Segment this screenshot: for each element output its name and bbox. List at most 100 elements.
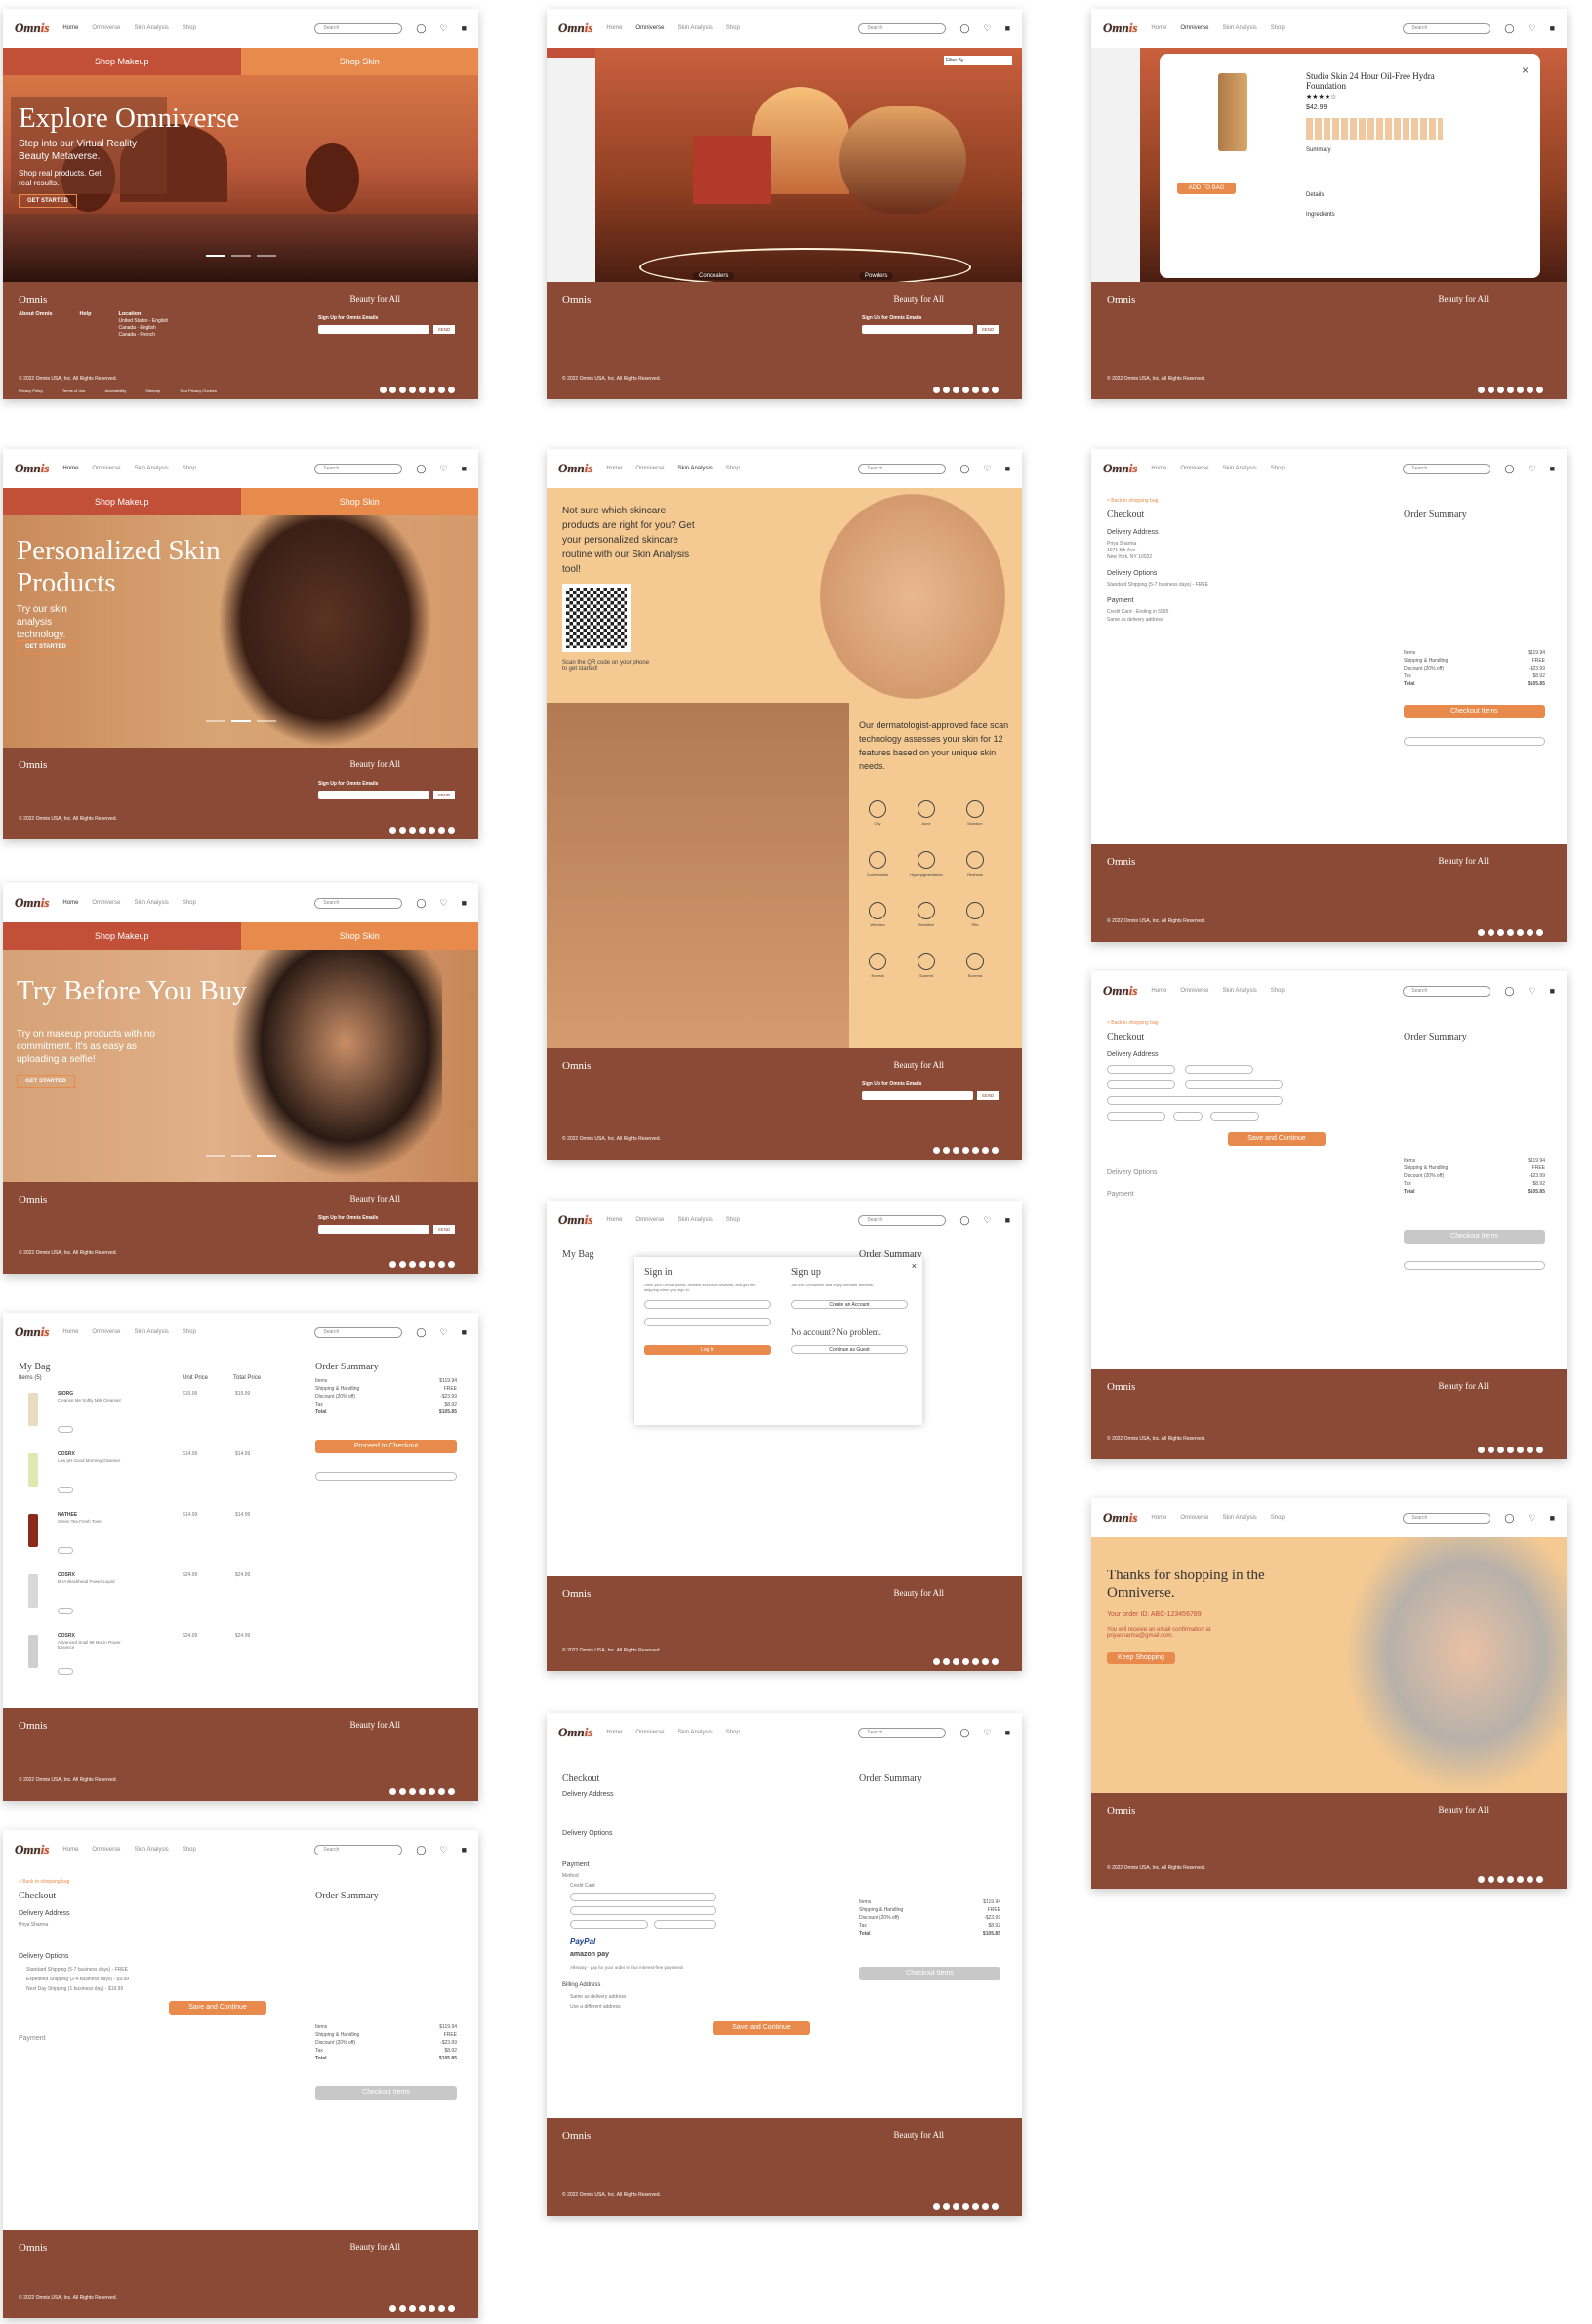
nav-omniverse[interactable]: Omniverse	[92, 25, 120, 31]
first-name-field[interactable]	[1107, 1065, 1175, 1074]
nav-omniverse[interactable]: Omniverse	[635, 1730, 664, 1735]
quantity-stepper[interactable]	[58, 1668, 73, 1675]
email-field[interactable]	[318, 325, 429, 334]
tab-shop-makeup[interactable]: Shop Makeup	[3, 922, 241, 950]
get-started-button[interactable]: GET STARTED	[19, 194, 77, 208]
social-icons[interactable]	[1478, 387, 1543, 393]
nav-omniverse[interactable]: Omniverse	[635, 466, 664, 471]
amazon-pay-radio[interactable]: amazon pay	[570, 1951, 609, 1958]
heart-icon[interactable]: ♡	[439, 23, 447, 34]
nav-skin-analysis[interactable]: Skin Analysis	[677, 1217, 712, 1223]
bag-icon[interactable]: ■	[462, 898, 467, 908]
concealers-label[interactable]: Concealers	[693, 272, 735, 280]
user-icon[interactable]: ◯	[1504, 1513, 1514, 1524]
standard-shipping-radio[interactable]: Standard Shipping (5-7 business days) - …	[26, 1967, 128, 1973]
social-icons[interactable]	[933, 2203, 999, 2210]
nav-shop[interactable]: Shop	[726, 25, 740, 31]
omnis-logo[interactable]: Omnis	[15, 1842, 49, 1857]
user-icon[interactable]: ◯	[416, 464, 426, 474]
heart-icon[interactable]: ♡	[439, 898, 447, 909]
nav-skin-analysis[interactable]: Skin Analysis	[134, 1847, 168, 1853]
nav-shop[interactable]: Shop	[726, 1217, 740, 1223]
email-field[interactable]	[318, 1225, 429, 1234]
billing-same-radio[interactable]: Same as delivery address	[570, 1994, 627, 2000]
user-icon[interactable]: ◯	[416, 1845, 426, 1855]
back-link[interactable]: < Back to shopping bag	[19, 1879, 69, 1885]
bag-icon[interactable]: ■	[1550, 986, 1555, 996]
nav-shop[interactable]: Shop	[183, 25, 196, 31]
nav-home[interactable]: Home	[62, 1847, 78, 1853]
omnis-logo[interactable]: Omnis	[15, 1325, 49, 1340]
product-name[interactable]: Cleanse Me Softly Milk Cleanser	[58, 1398, 136, 1403]
nav-home[interactable]: Home	[62, 466, 78, 471]
qr-code[interactable]	[562, 584, 631, 652]
tab-shop-skin[interactable]: Shop Skin	[240, 488, 478, 515]
nav-shop[interactable]: Shop	[183, 1847, 196, 1853]
coupon-input[interactable]	[1404, 1261, 1545, 1270]
search-input[interactable]: Search	[314, 1326, 403, 1338]
city-field[interactable]	[1107, 1112, 1165, 1121]
afterpay-radio[interactable]: Afterpay - pay for your order in four in…	[570, 1965, 683, 1970]
heart-icon[interactable]: ♡	[439, 464, 447, 474]
omnis-logo[interactable]: Omnis	[1103, 1510, 1137, 1526]
omnis-logo[interactable]: Omnis	[15, 895, 49, 911]
product-name[interactable]: Green Tea Fresh Toner	[58, 1519, 136, 1524]
bag-icon[interactable]: ■	[462, 23, 467, 33]
shade-swatches[interactable]	[1306, 118, 1443, 140]
nav-home[interactable]: Home	[1151, 466, 1166, 471]
zip-field[interactable]	[1210, 1112, 1259, 1121]
bag-icon[interactable]: ■	[1005, 464, 1010, 473]
social-icons[interactable]	[389, 2305, 455, 2312]
user-icon[interactable]: ◯	[1504, 986, 1514, 997]
email-field[interactable]	[862, 1091, 973, 1100]
nav-skin-analysis[interactable]: Skin Analysis	[134, 900, 168, 906]
search-input[interactable]: Search	[314, 463, 403, 474]
nav-home[interactable]: Home	[1151, 25, 1166, 31]
nav-shop[interactable]: Shop	[1271, 988, 1285, 994]
social-icons[interactable]	[389, 1788, 455, 1795]
heart-icon[interactable]: ♡	[1528, 986, 1535, 997]
product-thumbnail[interactable]	[28, 1393, 38, 1426]
add-to-bag-button[interactable]: ADD TO BAG	[1177, 183, 1236, 194]
search-input[interactable]: Search	[1403, 463, 1491, 474]
save-continue-button[interactable]: Save and Continue	[713, 2021, 810, 2035]
back-link[interactable]: < Back to shopping bag	[1107, 498, 1158, 504]
nav-skin-analysis[interactable]: Skin Analysis	[1222, 25, 1256, 31]
bag-icon[interactable]: ■	[462, 1327, 467, 1337]
nav-shop[interactable]: Shop	[183, 1329, 196, 1335]
details-section[interactable]: Details	[1306, 192, 1324, 198]
expiry-field[interactable]	[570, 1920, 648, 1929]
nav-skin-analysis[interactable]: Skin Analysis	[677, 1730, 712, 1735]
credit-card-radio[interactable]: Credit Card	[570, 1883, 595, 1889]
nav-shop[interactable]: Shop	[1271, 25, 1285, 31]
loc-ca-en[interactable]: Canada - English	[118, 325, 155, 331]
product-thumbnail[interactable]	[28, 1453, 38, 1487]
powders-label[interactable]: Powders	[859, 272, 894, 280]
search-input[interactable]: Search	[314, 897, 403, 909]
social-icons[interactable]	[933, 387, 999, 393]
user-icon[interactable]: ◯	[1504, 23, 1514, 34]
close-icon[interactable]: ×	[1522, 63, 1529, 77]
save-continue-button[interactable]: Save and Continue	[169, 2001, 266, 2015]
product-thumbnail[interactable]	[28, 1574, 38, 1608]
state-select[interactable]	[1173, 1112, 1203, 1121]
nav-omniverse[interactable]: Omniverse	[1180, 25, 1208, 31]
nav-shop[interactable]: Shop	[1271, 1515, 1285, 1521]
nav-omniverse[interactable]: Omniverse	[1180, 1515, 1208, 1521]
create-account-button[interactable]: Create an Account	[791, 1300, 908, 1309]
category-sidebar[interactable]	[1091, 48, 1140, 282]
nextday-shipping-radio[interactable]: Next Day Shipping (1 business day) - $19…	[26, 1986, 123, 1992]
social-icons[interactable]	[389, 1261, 455, 1268]
get-started-button[interactable]: GET STARTED	[17, 640, 75, 654]
social-icons[interactable]	[1478, 1447, 1543, 1453]
checkout-items-button[interactable]: Checkout Items	[315, 2086, 457, 2100]
tab-shop-makeup[interactable]: Shop Makeup	[3, 488, 241, 515]
search-input[interactable]: Search	[858, 1727, 947, 1738]
nav-skin-analysis[interactable]: Skin Analysis	[677, 466, 712, 471]
nav-home[interactable]: Home	[606, 466, 622, 471]
nav-shop[interactable]: Shop	[726, 1730, 740, 1735]
password-field[interactable]	[644, 1318, 771, 1326]
bag-icon[interactable]: ■	[1550, 23, 1555, 33]
nav-skin-analysis[interactable]: Skin Analysis	[1222, 466, 1256, 471]
username-field[interactable]	[644, 1300, 771, 1309]
